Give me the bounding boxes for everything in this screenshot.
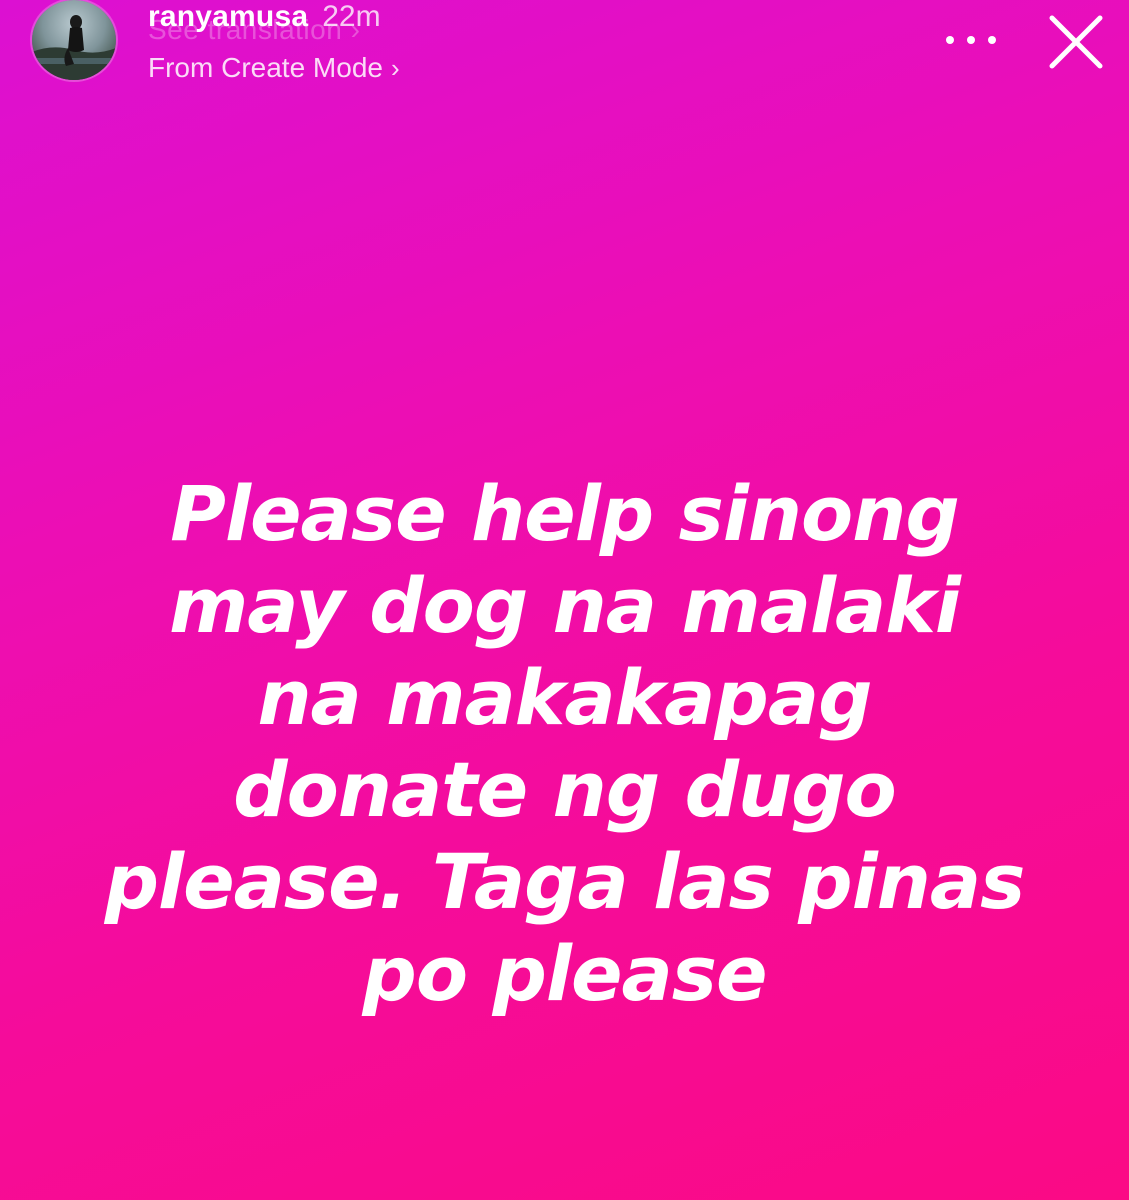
more-options-icon[interactable] (946, 22, 996, 58)
story-meta-row: ranyamusa 22m (148, 0, 381, 40)
timestamp: 22m (322, 0, 381, 33)
story-text: Please help sinong may dog na malaki na … (40, 468, 1089, 1020)
close-icon[interactable] (1044, 10, 1108, 74)
story-text-line: please. Taga las pinas (104, 837, 1026, 926)
from-create-mode-link[interactable]: From Create Mode › (148, 52, 400, 84)
chevron-right-icon: › (390, 53, 400, 83)
dot (946, 36, 954, 44)
source-label: From Create Mode (148, 52, 383, 83)
avatar-photo (32, 15, 116, 80)
dot (988, 36, 996, 44)
story-header: See translation › ranyamusa 22m From Crea… (0, 0, 1129, 110)
story-text-line: Please help sinong (170, 469, 960, 558)
story-text-line: may dog na malaki (169, 561, 961, 650)
story-viewer: { "header": { "username": "ranyamusa", "… (0, 0, 1129, 1200)
story-text-line: donate ng dugo (233, 745, 896, 834)
profile-avatar[interactable] (32, 0, 116, 80)
dot (967, 36, 975, 44)
story-text-line: po please (362, 929, 767, 1018)
close-icon-glyph (1049, 15, 1103, 69)
username-link[interactable]: ranyamusa (148, 0, 308, 33)
story-text-line: na makakapag (257, 653, 872, 742)
